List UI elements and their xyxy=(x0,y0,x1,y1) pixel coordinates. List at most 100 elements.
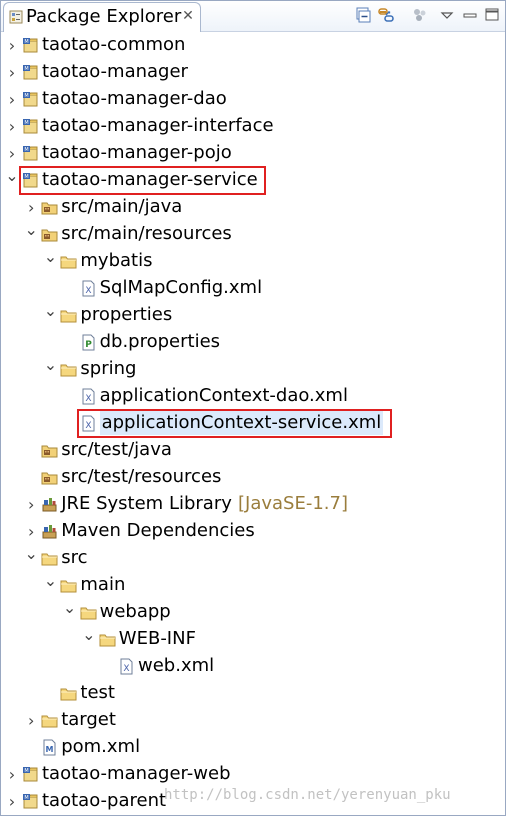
tree-row[interactable]: X SqlMapConfig.xml xyxy=(1,275,505,302)
chevron-down-icon[interactable]: ⌄ xyxy=(43,248,57,275)
tree-row[interactable]: ⌄ main xyxy=(1,572,505,599)
svg-text:M: M xyxy=(24,93,28,99)
tree-item-label: src/test/java xyxy=(61,439,172,460)
tree-row[interactable]: ⌄ src xyxy=(1,545,505,572)
tree-row[interactable]: src/test/java xyxy=(1,437,505,464)
chevron-down-icon[interactable]: ⌄ xyxy=(43,302,57,329)
chevron-down-icon[interactable]: ⌄ xyxy=(24,221,38,248)
tree-row[interactable]: ⌄ src/main/resources xyxy=(1,221,505,248)
tree-row[interactable]: › Mtaotao-manager-dao xyxy=(1,86,505,113)
source-folder-icon xyxy=(41,202,58,215)
chevron-right-icon[interactable]: › xyxy=(5,86,19,113)
folder-icon xyxy=(99,634,116,647)
tree-item-label: mybatis xyxy=(80,250,153,271)
chevron-down-icon[interactable]: ⌄ xyxy=(43,572,57,599)
tree-item-label: applicationContext-dao.xml xyxy=(99,385,348,406)
package-explorer-tab[interactable]: Package Explorer ✕ xyxy=(3,2,201,32)
tree-row[interactable]: › Mtaotao-manager xyxy=(1,59,505,86)
view-title: Package Explorer xyxy=(26,6,182,27)
close-view-icon[interactable]: ✕ xyxy=(180,8,196,24)
tree-item-label: src/test/resources xyxy=(61,466,222,487)
chevron-down-icon[interactable]: ⌄ xyxy=(24,545,38,572)
tree-row[interactable]: ⌄ properties xyxy=(1,302,505,329)
tree-row[interactable]: ⌄ Mtaotao-manager-service xyxy=(1,166,505,195)
tree-row[interactable]: Xweb.xml xyxy=(1,653,505,680)
tree-row[interactable]: › Mtaotao-manager-interface xyxy=(1,113,505,140)
tree-row[interactable]: ⌄ spring xyxy=(1,356,505,383)
tree-row[interactable]: XapplicationContext-dao.xml xyxy=(1,383,505,410)
link-with-editor-icon[interactable] xyxy=(377,6,395,24)
tree-item-label: taotao-common xyxy=(42,34,186,55)
tree-item-label: main xyxy=(80,574,126,595)
tree-item-label: taotao-manager-pojo xyxy=(42,142,232,163)
watermark: http://blog.csdn.net/yerenyuan_pku xyxy=(164,787,451,803)
chevron-down-icon[interactable]: ⌄ xyxy=(43,356,57,383)
tree-row[interactable]: Mpom.xml xyxy=(1,734,505,761)
tree-item-label: src/main/resources xyxy=(61,223,232,244)
chevron-right-icon[interactable]: › xyxy=(24,707,38,734)
properties-file-icon: P xyxy=(82,334,95,351)
tree-row[interactable]: › Mtaotao-common xyxy=(1,32,505,59)
tree-item-label: target xyxy=(61,709,116,730)
svg-text:M: M xyxy=(46,745,54,754)
tree-item-label: applicationContext-service.xml xyxy=(99,411,384,435)
tree-row[interactable]: › target xyxy=(1,707,505,734)
chevron-down-icon[interactable]: ⌄ xyxy=(5,167,19,194)
minimize-icon[interactable] xyxy=(461,6,479,24)
svg-text:M: M xyxy=(24,174,28,180)
chevron-right-icon[interactable]: › xyxy=(5,32,19,59)
tree-item-label: web.xml xyxy=(138,655,215,676)
svg-text:M: M xyxy=(24,147,28,153)
svg-text:M: M xyxy=(24,795,28,801)
svg-text:M: M xyxy=(24,66,28,72)
tree-item-label: test xyxy=(80,682,115,703)
tree-row[interactable]: › src/main/java xyxy=(1,194,505,221)
folder-icon xyxy=(60,364,77,377)
maven-project-icon: M xyxy=(23,38,38,53)
chevron-down-icon[interactable]: ⌄ xyxy=(82,626,96,653)
chevron-right-icon[interactable]: › xyxy=(24,491,38,518)
tree-row[interactable]: ⌄ WEB-INF xyxy=(1,626,505,653)
folder-icon xyxy=(60,256,77,269)
chevron-right-icon[interactable]: › xyxy=(24,194,38,221)
svg-text:P: P xyxy=(85,340,92,350)
svg-text:M: M xyxy=(24,39,28,45)
folder-icon xyxy=(80,607,97,620)
view-tab-bar: Package Explorer ✕ xyxy=(1,1,505,32)
chevron-right-icon[interactable]: › xyxy=(5,140,19,167)
tree-row[interactable]: › Mtaotao-manager-web xyxy=(1,761,505,788)
tree-row[interactable]: › Maven Dependencies xyxy=(1,518,505,545)
collapse-all-icon[interactable] xyxy=(354,6,372,24)
tree-row[interactable]: Pdb.properties xyxy=(1,329,505,356)
maximize-icon[interactable] xyxy=(483,6,501,24)
tree-item-label: SqlMapConfig.xml xyxy=(99,277,263,298)
svg-text:M: M xyxy=(24,768,28,774)
tree-item-label: properties xyxy=(80,304,173,325)
source-folder-icon xyxy=(41,445,58,458)
folder-icon xyxy=(60,580,77,593)
maven-project-icon: M xyxy=(23,92,38,107)
chevron-down-icon[interactable]: ⌄ xyxy=(63,599,77,626)
tree-item-label: taotao-manager-service xyxy=(42,169,258,190)
chevron-right-icon[interactable]: › xyxy=(5,113,19,140)
folder-icon xyxy=(41,553,58,566)
tree-row[interactable]: › Mtaotao-manager-pojo xyxy=(1,140,505,167)
tree-item-label: JRE System Library xyxy=(61,493,232,514)
tree-row[interactable]: src/test/resources xyxy=(1,464,505,491)
chevron-right-icon[interactable]: › xyxy=(5,788,19,815)
focus-active-task-icon[interactable] xyxy=(411,6,429,24)
tree-row[interactable]: XapplicationContext-service.xml xyxy=(1,409,505,438)
tree-row[interactable]: ⌄ mybatis xyxy=(1,248,505,275)
chevron-right-icon[interactable]: › xyxy=(5,761,19,788)
tree-item-label: WEB-INF xyxy=(118,628,196,649)
tree-item-label: db.properties xyxy=(99,331,221,352)
chevron-right-icon[interactable]: › xyxy=(24,518,38,545)
maven-project-icon: M xyxy=(23,794,38,809)
svg-text:X: X xyxy=(85,394,91,404)
chevron-right-icon[interactable]: › xyxy=(5,59,19,86)
tree-row[interactable]: ⌄ webapp xyxy=(1,599,505,626)
tree-row[interactable]: test xyxy=(1,680,505,707)
tree-row[interactable]: › JRE System Library [JavaSE-1.7] xyxy=(1,491,505,518)
xml-file-icon: X xyxy=(82,415,95,432)
view-menu-icon[interactable] xyxy=(438,6,456,24)
